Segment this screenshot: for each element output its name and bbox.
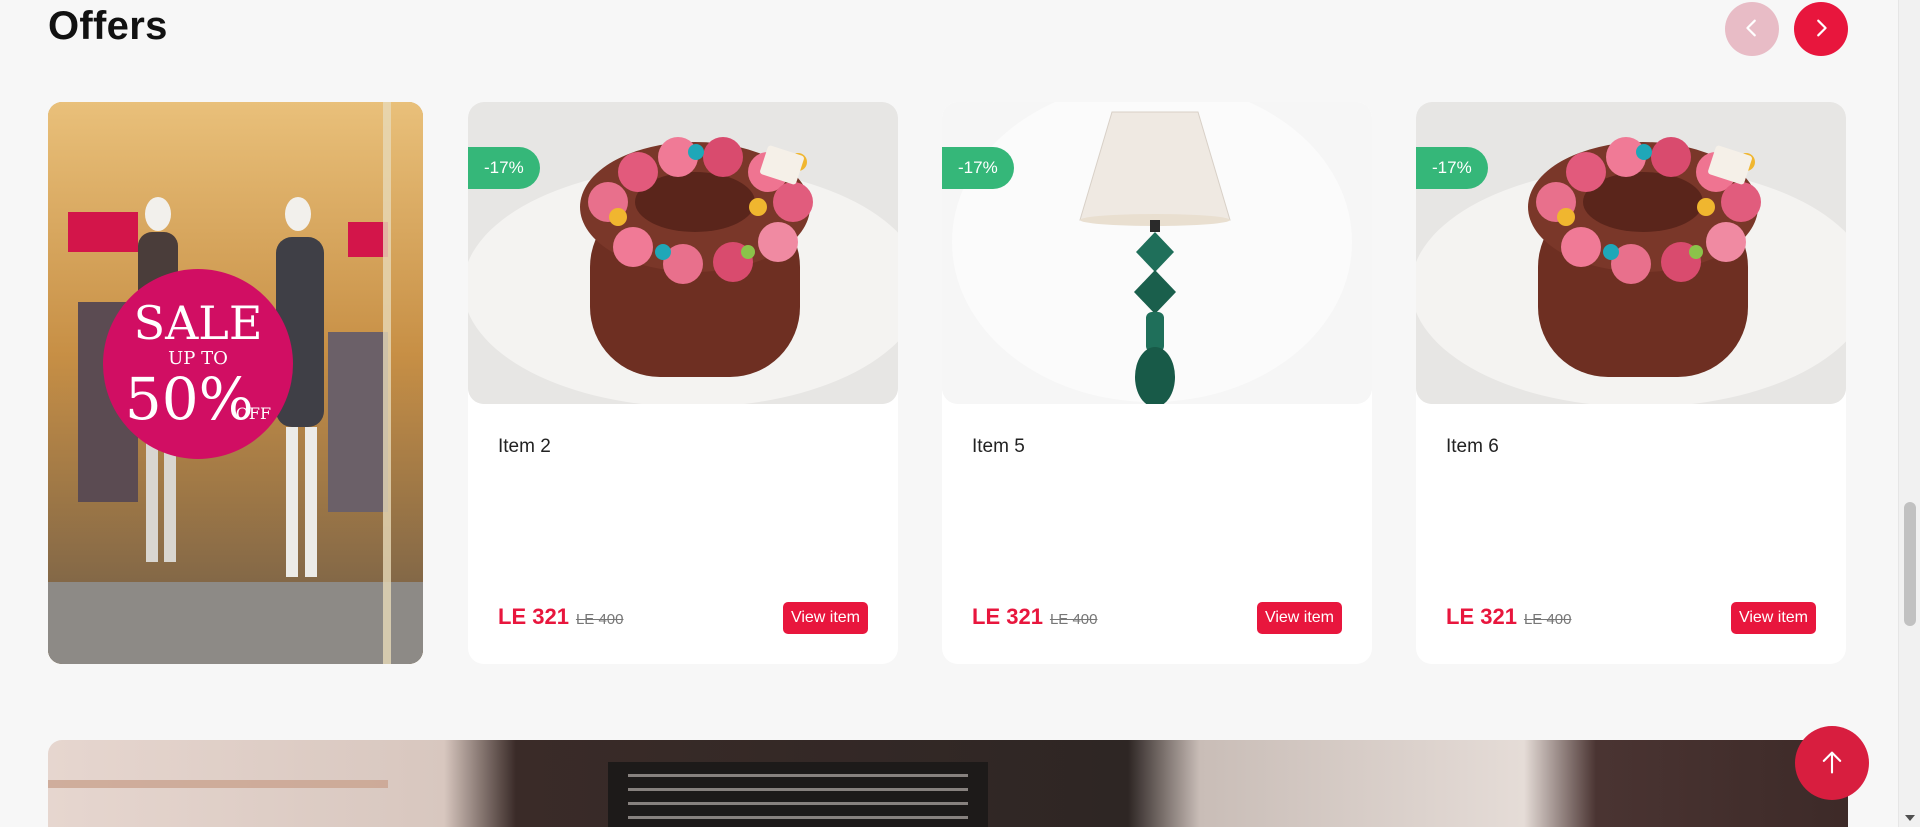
menu-board <box>608 762 988 827</box>
carousel-prev-button[interactable] <box>1725 2 1779 56</box>
sale-sign-title: SALE <box>133 296 263 350</box>
arrow-up-icon <box>1818 748 1846 779</box>
product-image-lamp <box>942 102 1372 404</box>
page-scrollbar[interactable] <box>1898 0 1920 827</box>
scrollbar-thumb[interactable] <box>1904 502 1916 626</box>
scroll-down-arrow-icon[interactable] <box>1905 815 1915 821</box>
product-price: LE 321 <box>972 604 1043 629</box>
product-price: LE 321 <box>1446 604 1517 629</box>
page-title: Offers <box>48 4 168 48</box>
sale-sign-percent: 50% <box>124 365 254 433</box>
product-name[interactable]: Item 5 <box>972 436 1025 458</box>
product-card[interactable]: -17% Item 5 LE 321 LE 400 View item <box>942 102 1372 664</box>
discount-badge: -17% <box>468 147 540 189</box>
product-old-price: LE 400 <box>1049 611 1098 628</box>
cafe-banner-image <box>48 740 1848 827</box>
discount-badge: -17% <box>942 147 1014 189</box>
chevron-right-icon <box>1810 17 1832 42</box>
product-name[interactable]: Item 2 <box>498 436 551 458</box>
product-old-price: LE 400 <box>575 611 624 628</box>
view-item-button[interactable]: View item <box>1730 602 1816 634</box>
product-image-cake <box>1416 102 1846 404</box>
sale-sign-off: OFF <box>235 404 272 423</box>
sale-promo-banner[interactable]: SALE UP TO 50% OFF <box>48 102 423 664</box>
product-name[interactable]: Item 6 <box>1446 436 1499 458</box>
chevron-left-icon <box>1741 17 1763 42</box>
scroll-to-top-button[interactable] <box>1795 726 1869 800</box>
product-card[interactable]: -17% Item 6 LE 321 LE 400 View item <box>1416 102 1846 664</box>
carousel-next-button[interactable] <box>1794 2 1848 56</box>
view-item-button[interactable]: View item <box>1256 602 1342 634</box>
product-card[interactable]: -17% Item 2 LE 321 LE 400 View item <box>468 102 898 664</box>
discount-badge: -17% <box>1416 147 1488 189</box>
product-price: LE 321 <box>498 604 569 629</box>
view-item-button[interactable]: View item <box>782 602 868 634</box>
product-old-price: LE 400 <box>1523 611 1572 628</box>
product-image-cake <box>468 102 898 404</box>
